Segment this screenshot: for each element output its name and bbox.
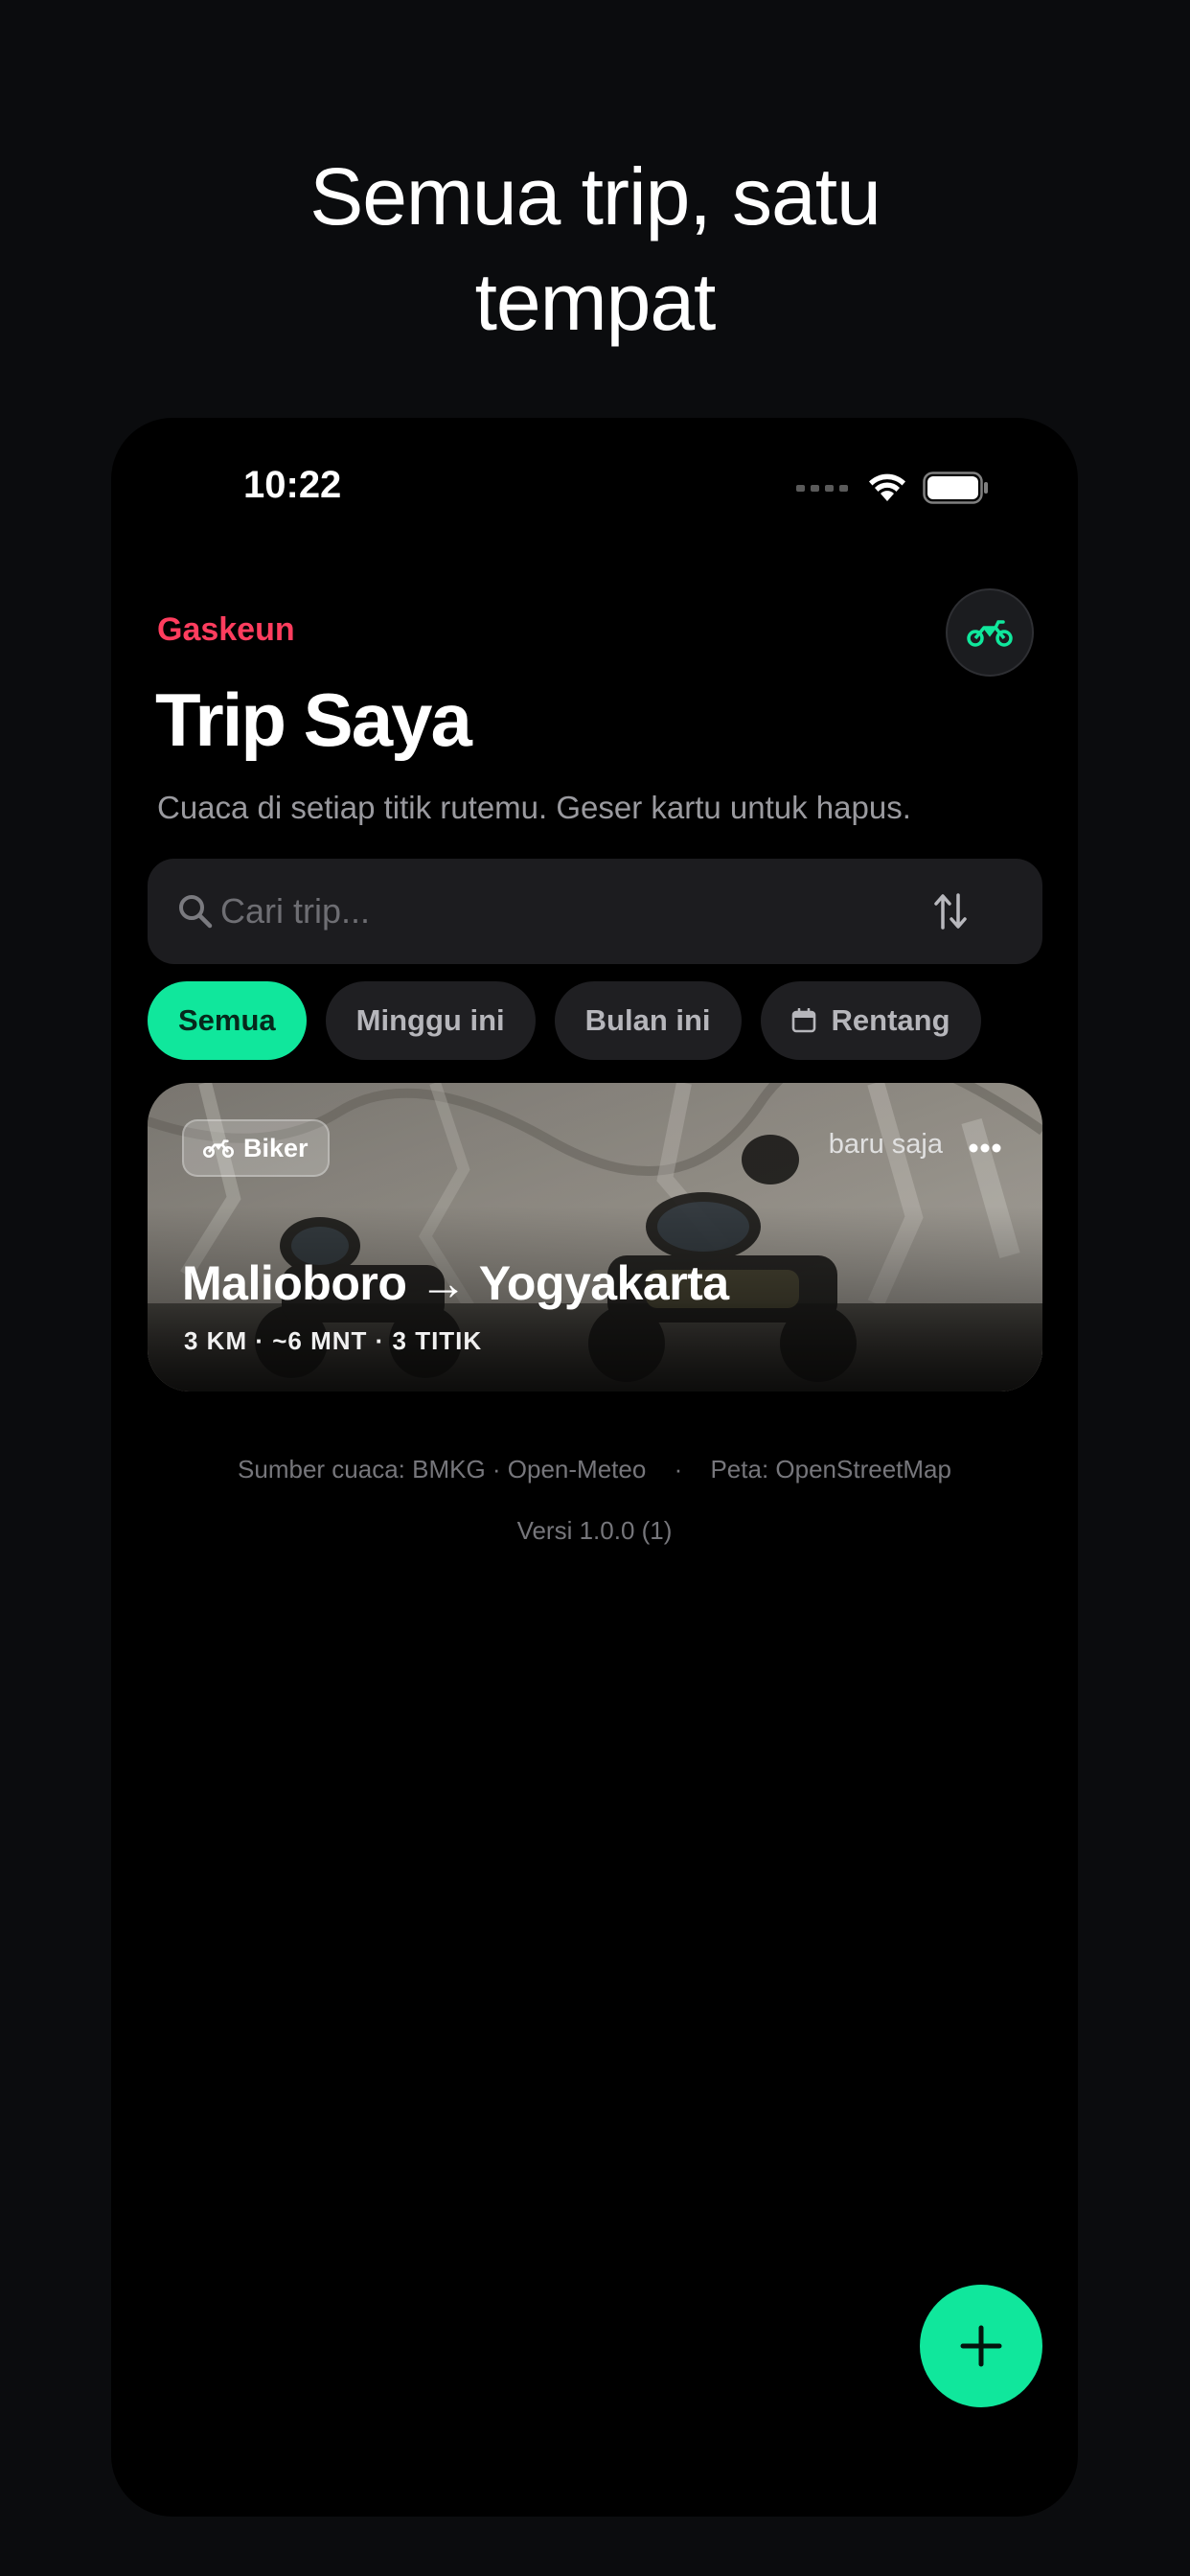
weather-source: Sumber cuaca: BMKG · Open-Meteo — [238, 1455, 647, 1484]
app-version: Versi 1.0.0 (1) — [516, 1516, 673, 1545]
filter-chip-rentang[interactable]: Rentang — [760, 981, 981, 1060]
search-icon — [179, 895, 213, 929]
filter-chip-minggu-ini[interactable]: Minggu ini — [325, 981, 536, 1060]
footer-sources: Sumber cuaca: BMKG · Open-Meteo · Peta: … — [111, 1455, 1078, 1484]
trip-meta: 3 KM · ~6 MNT · 3 TITIK — [184, 1326, 483, 1355]
add-trip-button[interactable] — [920, 2285, 1042, 2407]
status-icons — [796, 472, 990, 504]
battery-icon — [923, 472, 988, 504]
filter-chips: Semua Minggu ini Bulan ini Rentang — [148, 981, 981, 1060]
footer-separator: · — [674, 1455, 683, 1484]
trip-tag: Biker — [182, 1119, 330, 1177]
trip-time-ago: baru saja — [828, 1129, 943, 1160]
promo-headline-line1: Semua trip, satu — [309, 151, 881, 242]
status-time: 10:22 — [243, 464, 342, 506]
calendar-icon — [791, 1008, 815, 1033]
motorcycle-icon — [203, 1139, 234, 1158]
phone-screen: 10:22 Gaskeun Trip Saya Cuaca di setiap … — [111, 418, 1078, 2517]
filter-chip-label: Rentang — [831, 1003, 950, 1037]
cellular-signal-icon — [796, 484, 848, 492]
search-bar[interactable]: Cari trip... — [148, 859, 1042, 964]
trip-card[interactable]: Biker baru saja Malioboro → Yogyakarta 3… — [148, 1083, 1042, 1392]
page-title: Trip Saya — [155, 678, 472, 762]
motorcycle-icon — [967, 620, 1013, 647]
promo-headline: Semua trip, satu tempat — [0, 144, 1190, 355]
filter-chip-bulan-ini[interactable]: Bulan ini — [554, 981, 742, 1060]
filter-chip-semua[interactable]: Semua — [148, 981, 307, 1060]
map-source: Peta: OpenStreetMap — [710, 1455, 951, 1484]
sort-icon[interactable] — [931, 889, 970, 933]
more-icon[interactable] — [968, 1137, 1002, 1160]
filter-chip-label: Minggu ini — [355, 1003, 505, 1037]
page-subtitle: Cuaca di setiap titik rutemu. Geser kart… — [157, 790, 911, 825]
wifi-icon — [869, 473, 905, 501]
profile-button[interactable] — [946, 588, 1034, 677]
trip-title: Malioboro → Yogyakarta — [182, 1256, 729, 1310]
brand-name: Gaskeun — [157, 611, 295, 648]
search-input[interactable]: Cari trip... — [220, 891, 931, 932]
trip-tag-label: Biker — [243, 1133, 309, 1162]
filter-chip-label: Bulan ini — [584, 1003, 711, 1037]
plus-icon — [960, 2325, 1002, 2367]
promo-headline-line2: tempat — [474, 257, 717, 347]
filter-chip-label: Semua — [178, 1003, 276, 1037]
